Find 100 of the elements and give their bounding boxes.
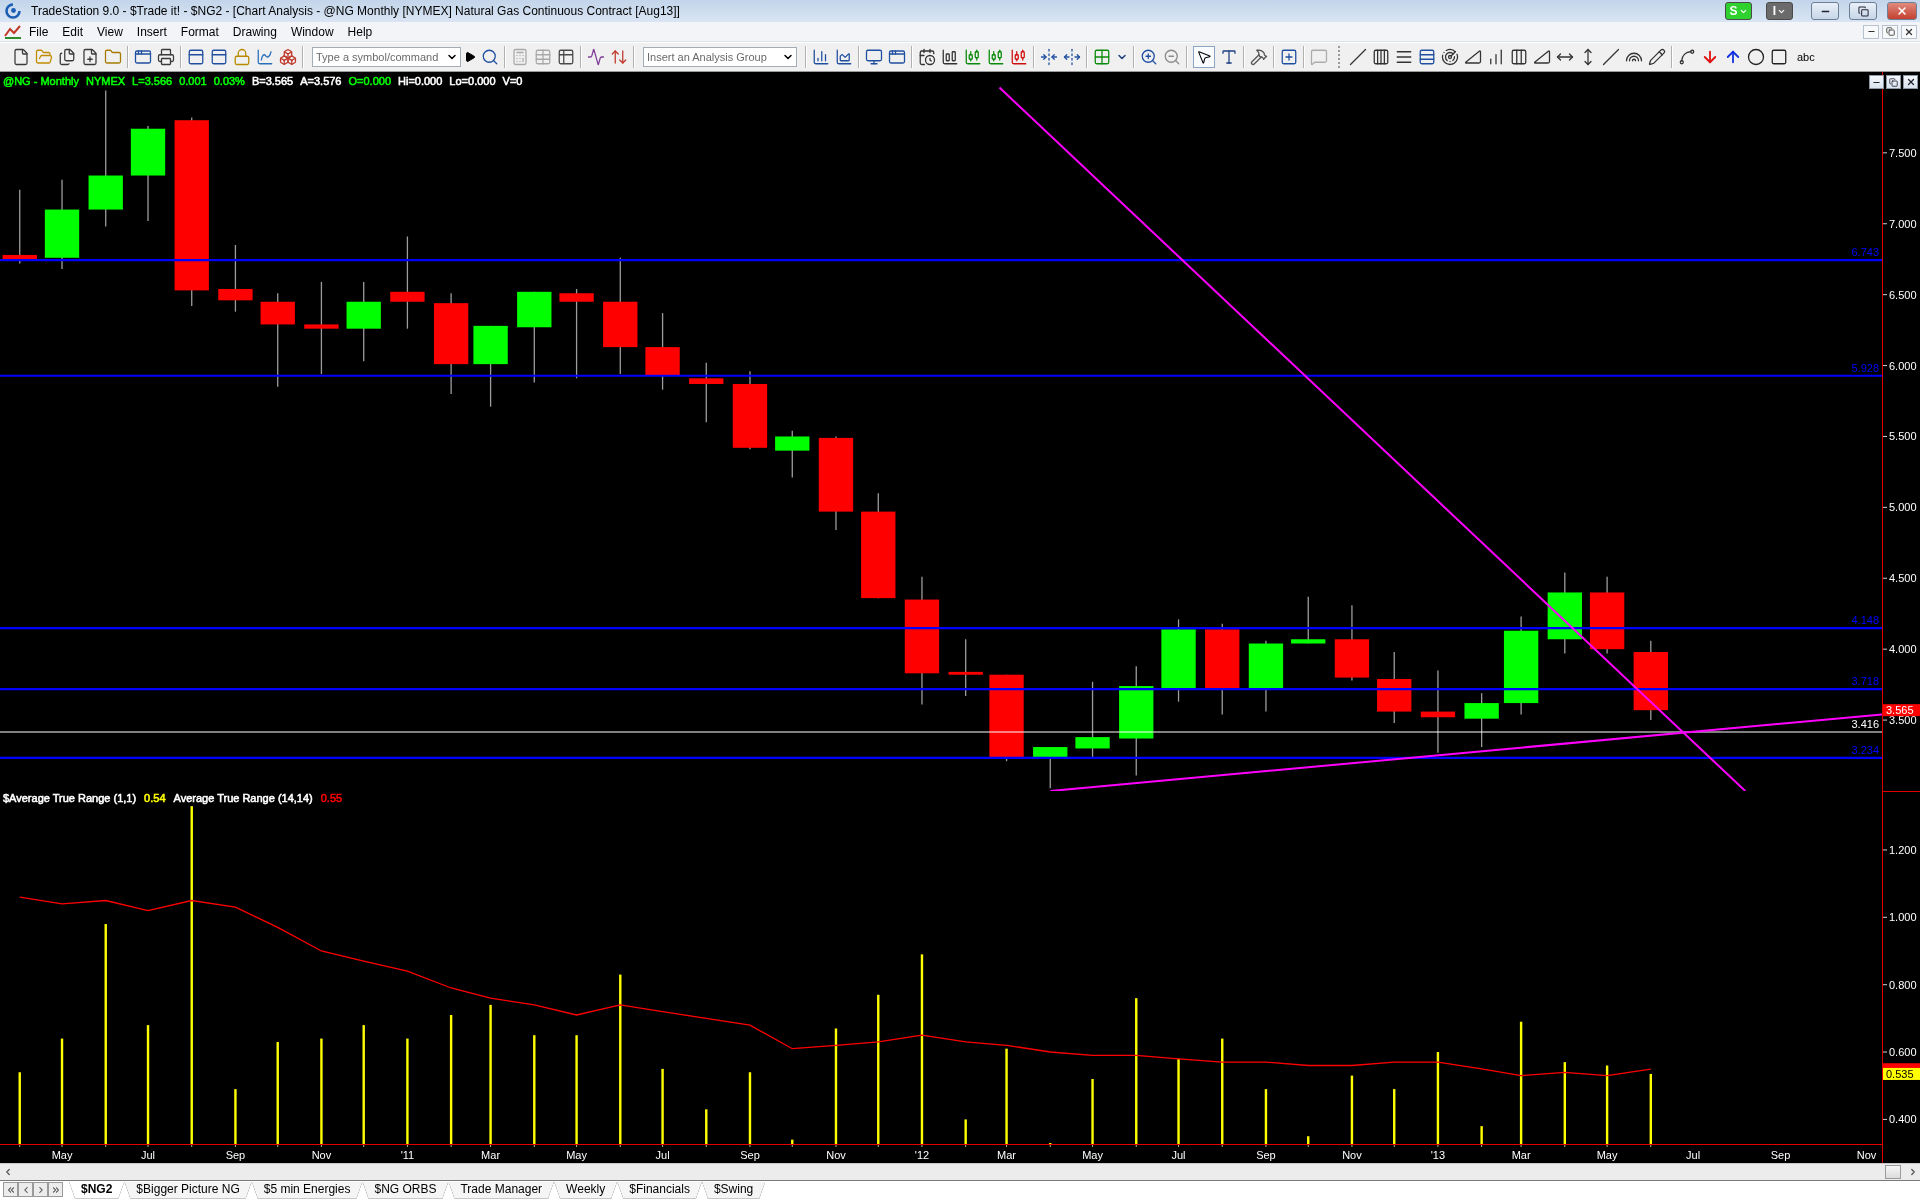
menu-item[interactable]: File [22,24,56,39]
zoom-in-icon[interactable] [1140,48,1158,66]
menu-item[interactable]: Window [283,24,341,39]
bar [234,1089,237,1144]
axis-label: Nov [826,1149,846,1161]
axis-label: 0.600 [1889,1046,1917,1059]
axis-label: 4.500 [1889,572,1917,585]
type-icon[interactable] [1220,48,1238,66]
bar [748,1072,752,1144]
zoom-out-icon[interactable] [1163,48,1181,66]
double-chevron-left-icon [5,1184,16,1195]
diagonal-line-icon[interactable] [1349,48,1367,66]
axis-label: May [51,1149,73,1161]
open-folder-icon[interactable] [35,48,53,66]
candlestick-icon[interactable] [1010,48,1028,66]
print-icon[interactable] [157,48,175,66]
axis-label: 7.500 [1889,146,1917,159]
monitor-icon[interactable] [865,48,883,66]
sheet-tab[interactable]: $Swing [701,1181,766,1199]
menu-item[interactable]: Insert [129,24,174,39]
pages-icon[interactable] [58,48,76,66]
sheet-tab[interactable]: $5 min Energies [251,1181,363,1199]
last-tab-button[interactable] [48,1182,63,1197]
table-icon[interactable] [557,48,575,66]
window-icon[interactable] [187,48,205,66]
play-icon[interactable] [464,51,476,63]
sheet-tab[interactable]: Trade Manager [448,1181,555,1199]
previous-tab-button[interactable] [18,1182,33,1197]
page-icon[interactable] [12,48,30,66]
grid-icon[interactable] [1093,48,1111,66]
triangle-icon[interactable] [1464,48,1482,66]
window-icon[interactable] [134,48,152,66]
ellipse-icon[interactable] [1747,48,1765,66]
menu-item[interactable]: Drawing [225,24,284,39]
line-chart-icon[interactable] [256,48,274,66]
sheet-tab[interactable]: $Financials [617,1181,702,1199]
up-down-arrows-icon[interactable] [610,48,628,66]
close-icon [1904,26,1914,37]
sheet-tab[interactable]: $Bigger Picture NG [124,1181,252,1199]
triangle-icon[interactable] [1533,48,1551,66]
menu-item[interactable]: Edit [55,24,91,39]
restore-button[interactable] [1849,2,1877,20]
next-tab-button[interactable] [33,1182,48,1197]
arrow-down-icon[interactable] [1701,48,1719,66]
analysis-group-combobox[interactable]: Insert an Analysis Group [643,47,797,67]
bar-chart-icon[interactable] [812,48,830,66]
rows-icon[interactable] [1418,48,1436,66]
sheet-tab[interactable]: Weekly [554,1181,618,1199]
menu-item[interactable]: Help [340,24,380,39]
quote-text: V=0 [502,75,523,88]
diagonal-line-icon[interactable] [1602,48,1620,66]
close-button[interactable] [1901,24,1917,39]
symbol-combobox[interactable]: Type a symbol/command [312,47,461,67]
line-label: 6.743 [1851,246,1879,259]
vertical-lines-icon[interactable] [1372,48,1390,66]
page-plus-icon[interactable] [81,48,99,66]
restore-icon [1889,77,1898,87]
close-button[interactable] [1903,75,1918,89]
axis-label: 7.000 [1889,217,1917,230]
calendar-clock-icon[interactable] [918,48,936,66]
radar-icon[interactable] [1441,48,1459,66]
bars-icon[interactable] [1487,48,1505,66]
first-tab-button[interactable] [3,1182,18,1197]
indicator-legend-text: 0.54 [144,792,166,804]
fold-icon[interactable] [1040,48,1058,66]
menu-item[interactable]: Format [173,24,226,39]
status-button[interactable]: I [1766,2,1793,20]
candlestick-icon[interactable] [964,48,982,66]
hammer-icon[interactable] [1250,48,1268,66]
axis-label: 5.000 [1889,501,1917,514]
pulse-icon[interactable] [587,48,605,66]
menu-item[interactable]: View [90,24,130,39]
text-tool-button[interactable]: abc [1793,47,1819,67]
plus-square-icon[interactable] [1280,48,1298,66]
window-title: TradeStation 9.0 - $Trade it! - $NG2 - [Chart Analysis - @NG Monthly [NYMEX] Natural Gas Continuous Contract [Aug13]] [30,4,681,18]
search-icon[interactable] [481,48,499,66]
area-chart-icon[interactable] [835,48,853,66]
restore-button[interactable] [1882,24,1898,39]
quote-text: 0.03% [213,75,245,88]
quote-text: A=3.576 [300,75,342,88]
candlestick-icon[interactable] [987,48,1005,66]
bar [964,1119,967,1144]
window-icon[interactable] [210,48,228,66]
bar-chart-icon[interactable] [941,48,959,66]
restore-button[interactable] [1886,75,1901,89]
rectangle-icon[interactable] [1770,48,1788,66]
pointer-tool-button[interactable] [1193,46,1215,68]
unfold-icon[interactable] [1063,48,1081,66]
columns-icon[interactable] [1510,48,1528,66]
cubes-icon[interactable] [279,48,297,66]
sheet-tab[interactable]: $NG ORBS [362,1181,449,1199]
horizontal-scrollbar[interactable] [0,1163,1920,1180]
scroll-thumb[interactable] [1885,1165,1901,1179]
lock-icon[interactable] [233,48,251,66]
pencil-icon[interactable] [1648,48,1666,66]
folder-icon[interactable] [104,48,122,66]
horizontal-lines-icon[interactable] [1395,48,1413,66]
minimize-button[interactable] [1869,75,1884,89]
curve-icon[interactable] [1678,48,1696,66]
window-icon[interactable] [888,48,906,66]
